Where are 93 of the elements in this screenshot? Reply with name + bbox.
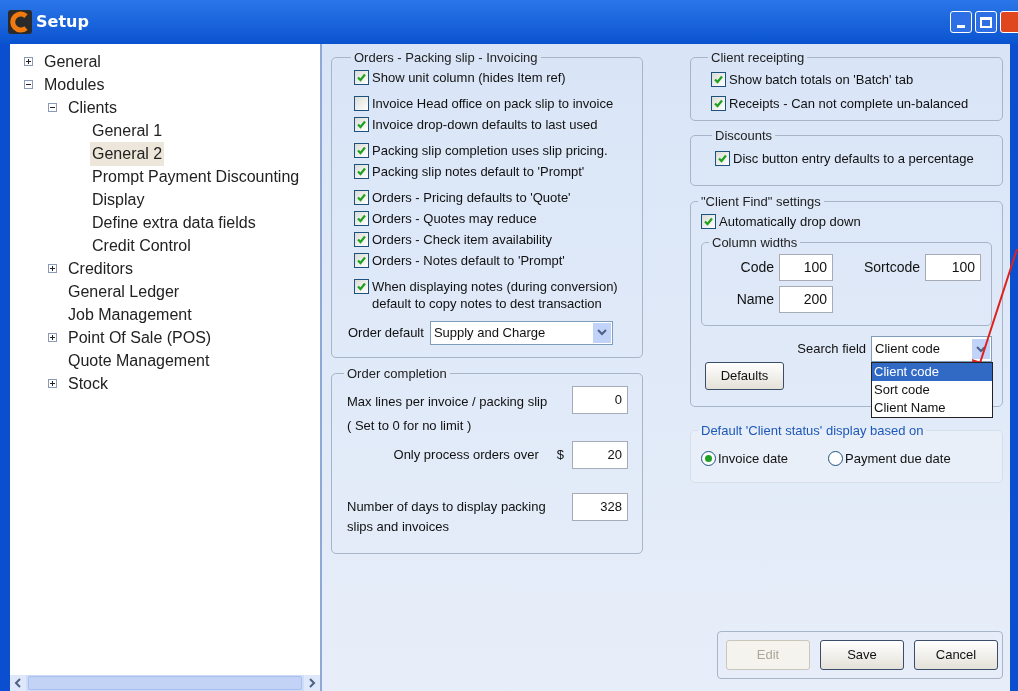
checkbox[interactable]	[715, 151, 730, 166]
app-logo-icon	[8, 10, 32, 34]
dropdown-option[interactable]: Sort code	[872, 381, 992, 399]
horizontal-scrollbar[interactable]	[10, 675, 320, 691]
checkbox[interactable]	[354, 95, 369, 111]
tree-item[interactable]: Prompt Payment Discounting	[90, 164, 302, 189]
expand-icon[interactable]	[48, 333, 57, 342]
group-title: Discounts	[714, 126, 774, 145]
checkbox-label[interactable]: Show batch totals on 'Batch' tab	[729, 70, 914, 88]
checkbox-label[interactable]: Disc button entry defaults to a percentage	[733, 150, 974, 167]
field-label: Order default	[348, 323, 424, 342]
input-field[interactable]: 100	[779, 254, 833, 281]
checkbox-label[interactable]: Show unit column (hides Item ref)	[372, 68, 566, 86]
checkbox-label[interactable]: Automatically drop down	[719, 212, 861, 230]
checkbox-label[interactable]: When displaying notes (during conversion) default to copy notes to dest transaction	[372, 277, 638, 312]
tree-item[interactable]: General Ledger	[66, 279, 182, 304]
checkbox-label[interactable]: Orders - Quotes may reduce	[372, 209, 537, 227]
dropdown-field[interactable]: Client code	[871, 336, 992, 362]
radio-label[interactable]: Invoice date	[718, 448, 789, 468]
tree-item[interactable]: Clients	[66, 95, 119, 120]
tree-item[interactable]: General	[42, 49, 103, 74]
checkbox-label[interactable]: Packing slip completion uses slip pricing.	[372, 141, 608, 159]
checkbox[interactable]	[354, 69, 369, 85]
collapse-icon[interactable]	[24, 80, 33, 89]
scroll-left-icon[interactable]	[10, 675, 26, 691]
checkbox-label[interactable]: Receipts - Can not complete un-balanced	[729, 94, 969, 112]
checkbox[interactable]	[701, 213, 716, 229]
checkbox[interactable]	[354, 231, 369, 247]
field-label: Number of days to display packing slips and invoices	[347, 498, 547, 536]
tree-item[interactable]: Quote Management	[66, 348, 212, 373]
scrollbar-thumb[interactable]	[28, 676, 302, 690]
radio-button[interactable]	[701, 450, 716, 466]
radio-button[interactable]	[828, 450, 844, 466]
group-title: Default 'Client status' display based on	[700, 422, 925, 440]
dropdown-option[interactable]: Client code	[872, 363, 992, 381]
field-note: ( Set to 0 for no limit )	[347, 416, 473, 435]
expand-icon[interactable]	[24, 57, 33, 66]
tree-item[interactable]: Modules	[42, 72, 107, 97]
dropdown-field[interactable]: Supply and Charge	[429, 320, 613, 345]
checkbox[interactable]	[354, 142, 369, 158]
tree-item[interactable]: General 2	[90, 141, 165, 166]
tree-item[interactable]: Stock	[66, 371, 110, 396]
checkbox[interactable]	[354, 189, 369, 205]
tree-item[interactable]: Define extra data fields	[90, 210, 258, 235]
defaults-button[interactable]: Defaults	[705, 362, 784, 390]
dialog-button[interactable]: Cancel	[914, 640, 998, 670]
input-field[interactable]: 200	[779, 286, 833, 313]
scroll-right-icon[interactable]	[304, 675, 320, 691]
checkbox-label[interactable]: Orders - Check item availability	[372, 230, 552, 248]
expand-icon[interactable]	[48, 264, 57, 273]
group-title: Order completion	[346, 364, 448, 383]
field-label: Name	[735, 290, 774, 309]
minimize-button[interactable]	[950, 11, 972, 33]
tree-item[interactable]: Display	[90, 187, 147, 212]
checkbox-label[interactable]: Orders - Pricing defaults to 'Quote'	[372, 188, 571, 206]
maximize-button[interactable]	[975, 11, 997, 33]
field-label: Max lines per invoice / packing slip	[347, 393, 548, 411]
tree-item[interactable]: Creditors	[66, 256, 135, 281]
expand-icon[interactable]	[48, 379, 57, 388]
group-title: "Client Find" settings	[700, 193, 822, 211]
checkbox-label[interactable]: Orders - Notes default to 'Prompt'	[372, 251, 565, 269]
input-field[interactable]: 328	[572, 493, 628, 521]
tree-item[interactable]: Credit Control	[90, 233, 193, 258]
radio-label[interactable]: Payment due date	[845, 448, 951, 468]
field-label: Only process orders over	[393, 446, 539, 465]
close-button[interactable]	[1000, 11, 1018, 33]
input-field[interactable]: 100	[925, 254, 981, 281]
checkbox[interactable]	[354, 163, 369, 179]
field-label: Code	[739, 258, 774, 277]
checkbox[interactable]	[354, 278, 369, 294]
checkbox-label[interactable]: Invoice Head office on pack slip to invoice	[372, 94, 614, 112]
tree-item[interactable]: General 1	[90, 118, 165, 143]
checkbox[interactable]	[711, 95, 726, 111]
checkbox[interactable]	[354, 116, 369, 132]
window-title: Setup	[36, 11, 89, 33]
field-label: Sortcode	[862, 258, 920, 277]
dialog-button[interactable]: Save	[820, 640, 904, 670]
checkbox[interactable]	[354, 210, 369, 226]
input-field[interactable]: 20	[572, 441, 628, 469]
checkbox[interactable]	[711, 71, 726, 87]
tree-item[interactable]: Job Management	[66, 302, 194, 327]
field-label: Search field	[797, 340, 866, 359]
group-title: Column widths	[711, 233, 799, 252]
checkbox[interactable]	[354, 252, 369, 268]
group-title: Client receipting	[710, 49, 806, 67]
group-title: Orders - Packing slip - Invoicing	[353, 49, 539, 67]
checkbox-label[interactable]: Packing slip notes default to 'Prompt'	[372, 162, 585, 180]
tree-item[interactable]: Point Of Sale (POS)	[66, 325, 214, 350]
collapse-icon[interactable]	[48, 103, 57, 112]
dropdown-option[interactable]: Client Name	[872, 399, 992, 417]
currency-symbol: $	[556, 446, 564, 465]
checkbox-label[interactable]: Invoice drop-down defaults to last used	[372, 115, 598, 133]
input-field[interactable]: 0	[572, 386, 628, 414]
